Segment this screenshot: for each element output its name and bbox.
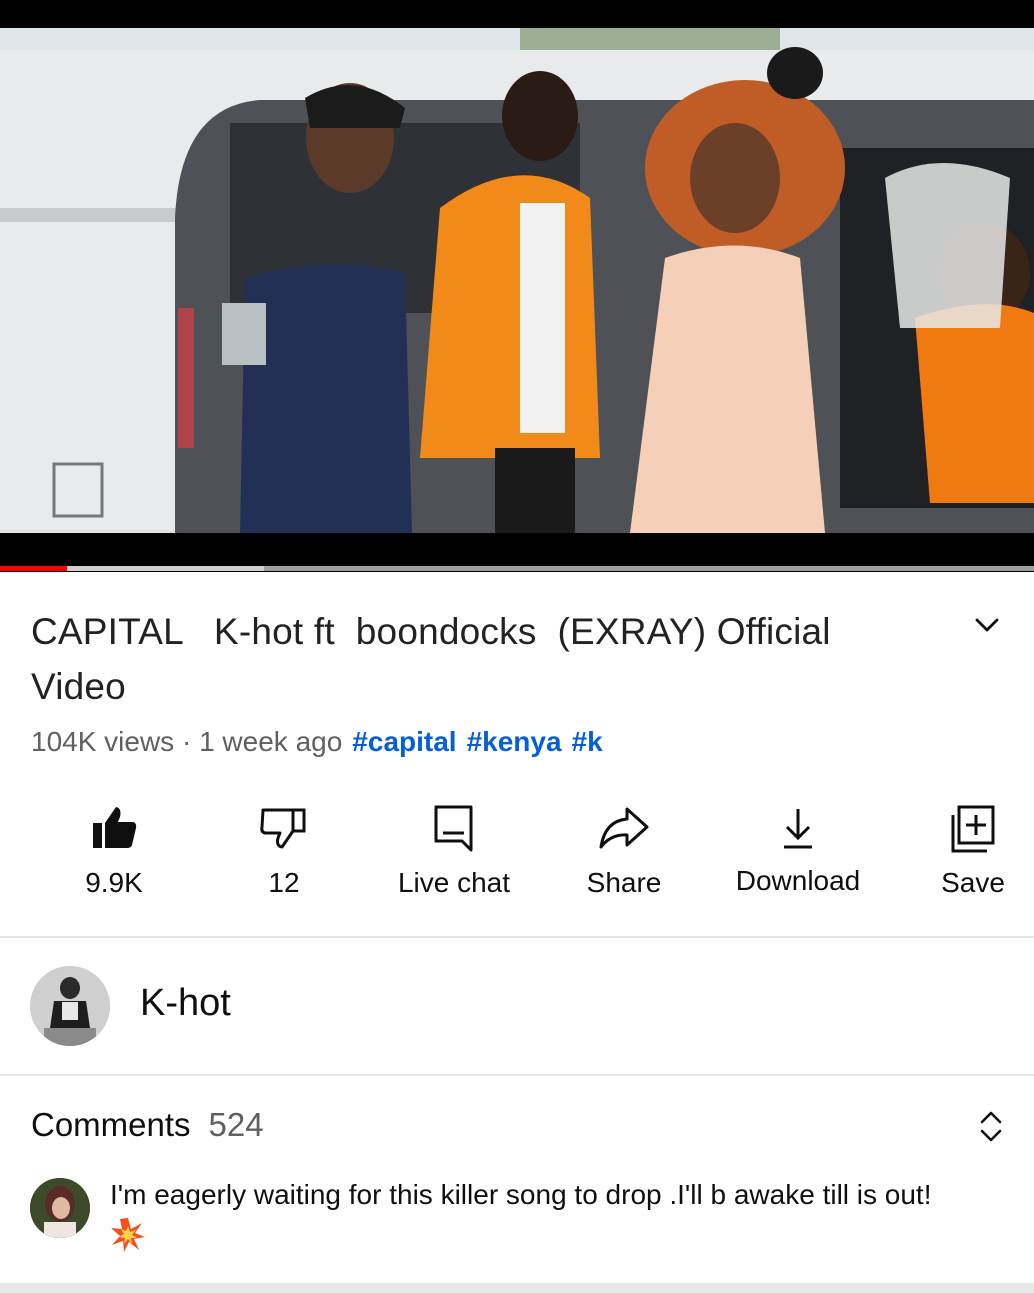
comments-count: 524 [208,1106,264,1143]
thumbs-down-icon [260,808,306,849]
meta-separator: · [174,726,200,757]
video-meta: 104K views · 1 week ago #capital #kenya #k [31,726,603,758]
comment-text: I'm eagerly waiting for this killer song… [110,1179,932,1210]
comments-label: Comments [31,1106,191,1143]
chevron-down-icon[interactable] [972,612,1002,638]
commenter-avatar[interactable] [30,1178,90,1238]
save-playlist-icon [951,805,995,853]
video-player[interactable] [0,0,1034,572]
channel-name[interactable]: K-hot [140,982,231,1025]
divider [0,1074,1034,1076]
download-icon [784,809,812,849]
save-button[interactable]: Save [893,795,1034,913]
dislike-button[interactable]: 12 [204,795,364,913]
upload-age: 1 week ago [199,726,343,757]
channel-avatar-image [30,966,110,1046]
action-bar: 9.9K 12 Live chat Share Download Save [0,795,1034,915]
like-button[interactable]: 9.9K [34,795,194,913]
thumbs-up-filled-icon [93,807,137,848]
view-count: 104K views [31,726,175,757]
like-count: 9.9K [85,867,143,898]
video-progress-bar[interactable] [0,566,1034,571]
bottom-edge [0,1283,1034,1293]
divider [0,936,1034,938]
sort-icon[interactable] [976,1106,1006,1146]
collision-emoji [111,1217,145,1252]
hashtag-k[interactable]: #k [572,726,603,757]
hashtag-capital[interactable]: #capital [352,726,456,757]
share-label: Share [586,867,662,898]
comments-header[interactable]: Comments 524 [31,1106,264,1144]
share-icon [599,807,649,849]
video-thumbnail-scene [0,28,1034,533]
channel-avatar[interactable] [30,966,110,1046]
share-button[interactable]: Share [544,795,704,913]
progress-played [0,566,68,571]
live-chat-label: Live chat [397,867,511,898]
hashtag-kenya[interactable]: #kenya [467,726,562,757]
live-chat-button[interactable]: Live chat [374,795,534,913]
download-label: Download [735,865,861,896]
download-button[interactable]: Download [718,795,878,913]
video-frame[interactable] [0,28,1034,533]
video-title[interactable]: CAPITAL K-hot ft boondocks (EXRAY) Offic… [31,604,931,714]
dislike-count: 12 [268,867,300,898]
top-comment[interactable]: I'm eagerly waiting for this killer song… [110,1176,1010,1253]
save-label: Save [941,867,1005,898]
live-chat-icon [434,805,473,852]
commenter-avatar-image [30,1178,90,1238]
